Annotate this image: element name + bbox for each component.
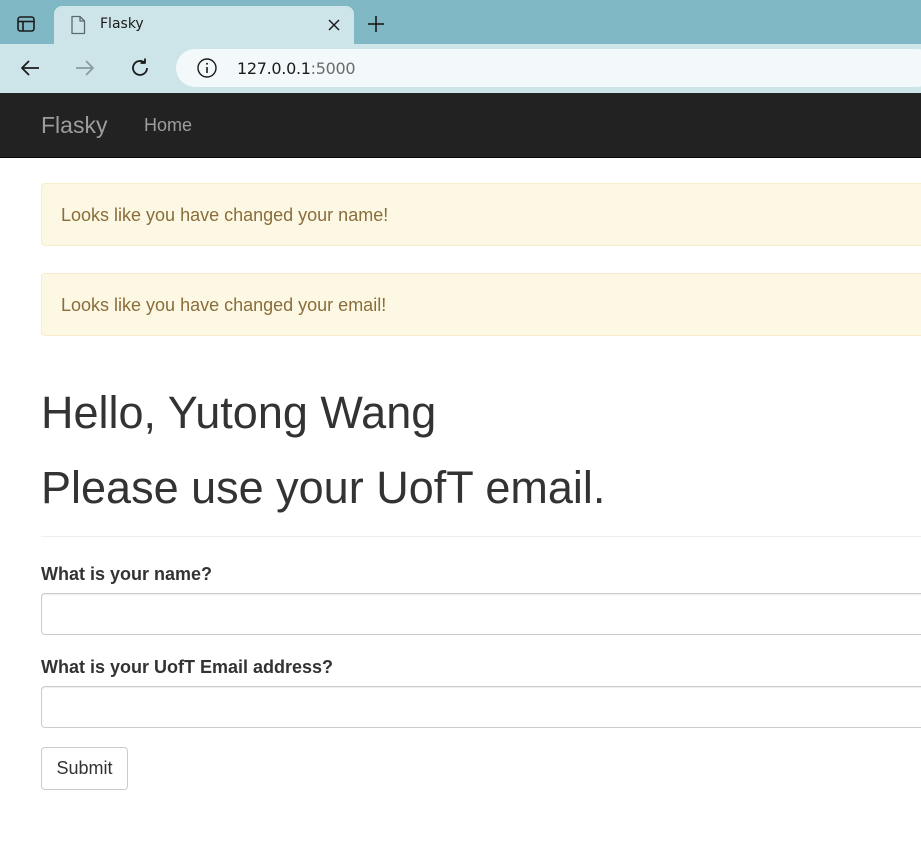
navbar-brand-link[interactable]: Flasky xyxy=(41,112,107,139)
plus-icon xyxy=(368,16,384,32)
reload-icon xyxy=(132,58,148,76)
name-input[interactable] xyxy=(41,593,921,635)
url-port: :5000 xyxy=(310,59,356,78)
tab-actions-button[interactable] xyxy=(8,8,44,40)
back-arrow-icon xyxy=(21,60,39,76)
browser-toolbar: 127.0.0.1:5000 xyxy=(0,44,921,93)
address-bar[interactable]: 127.0.0.1:5000 xyxy=(176,49,921,87)
nav-link-home[interactable]: Home xyxy=(144,115,192,136)
greeting-heading: Hello, Yutong Wang xyxy=(41,387,437,438)
email-instruction-heading: Please use your UofT email. xyxy=(41,462,606,513)
tab-close-button[interactable] xyxy=(322,13,346,37)
forward-arrow-icon xyxy=(76,60,94,76)
url-text[interactable]: 127.0.0.1:5000 xyxy=(237,59,356,78)
divider xyxy=(41,536,921,537)
info-icon[interactable] xyxy=(196,57,218,79)
alert-text: Looks like you have changed your email! xyxy=(61,295,387,315)
reload-button[interactable] xyxy=(123,52,157,84)
flash-alert-name: Looks like you have changed your name! xyxy=(41,183,921,246)
flash-alert-email: Looks like you have changed your email! xyxy=(41,273,921,336)
tab-actions-icon xyxy=(17,16,35,32)
browser-tab[interactable]: Flasky xyxy=(54,6,354,44)
browser-tab-bar: Flasky xyxy=(0,0,921,44)
email-label: What is your UofT Email address? xyxy=(41,657,334,677)
site-navbar: Flasky Home xyxy=(0,93,921,158)
new-tab-button[interactable] xyxy=(362,10,390,38)
tab-title: Flasky xyxy=(100,16,144,32)
url-host: 127.0.0.1 xyxy=(237,59,311,78)
page-icon xyxy=(71,15,86,35)
forward-button[interactable] xyxy=(68,52,102,84)
alert-text: Looks like you have changed your name! xyxy=(61,205,389,225)
back-button[interactable] xyxy=(13,52,47,84)
name-label: What is your name? xyxy=(41,564,213,584)
submit-button[interactable]: Submit xyxy=(41,747,128,790)
email-input[interactable] xyxy=(41,686,921,728)
close-icon xyxy=(328,19,340,31)
